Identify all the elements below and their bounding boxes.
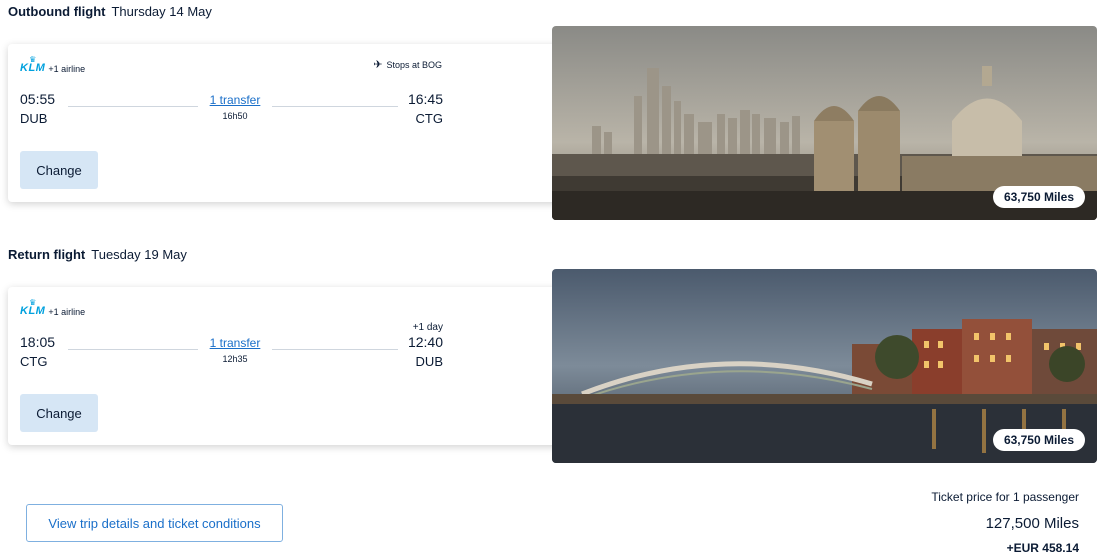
departure-airport: DUB bbox=[20, 111, 48, 126]
return-miles-badge: 63,750 Miles bbox=[992, 429, 1085, 451]
view-trip-details-button[interactable]: View trip details and ticket conditions bbox=[26, 504, 283, 542]
return-date: Tuesday 19 May bbox=[91, 247, 187, 262]
return-title: Return flight bbox=[8, 247, 86, 262]
klm-logo-icon: ♛ KLM bbox=[20, 298, 46, 317]
outbound-title: Outbound flight bbox=[8, 4, 106, 19]
klm-logo-icon: ♛ KLM bbox=[20, 55, 46, 74]
airline-extra: +1 airline bbox=[48, 63, 86, 74]
departure-time: 05:55 bbox=[20, 91, 56, 107]
total-miles-price: 127,500 Miles bbox=[985, 515, 1079, 532]
arrival-airport: DUB bbox=[415, 354, 443, 369]
return-airline: ♛ KLM +1 airline bbox=[20, 299, 85, 317]
destination-photo-dublin: 63,750 Miles bbox=[552, 269, 1097, 463]
outbound-change-button[interactable]: Change bbox=[20, 151, 98, 189]
destination-photo-cartagena: 63,750 Miles bbox=[552, 26, 1097, 220]
airplane-icon: ✈ bbox=[373, 59, 383, 71]
outbound-miles-badge: 63,750 Miles bbox=[992, 186, 1085, 208]
stops-text: Stops at BOG bbox=[386, 59, 442, 70]
flight-duration: 16h50 bbox=[222, 111, 248, 121]
departure-time: 18:05 bbox=[20, 334, 56, 350]
flight-duration: 12h35 bbox=[222, 354, 248, 364]
outbound-flight-card[interactable]: ♛ KLM +1 airline ✈ Stops at BOG 05:55 DU… bbox=[8, 44, 560, 202]
airline-extra: +1 airline bbox=[48, 306, 86, 317]
return-change-button[interactable]: Change bbox=[20, 394, 98, 432]
route-line bbox=[272, 349, 398, 350]
route-line bbox=[68, 349, 198, 350]
return-heading: Return flight Tuesday 19 May bbox=[8, 247, 187, 262]
transfer-link[interactable]: 1 transfer bbox=[198, 336, 272, 350]
klm-logo-text: KLM bbox=[20, 62, 46, 74]
return-flight-card[interactable]: ♛ KLM +1 airline +1 day 18:05 CTG 1 tran… bbox=[8, 287, 560, 445]
route-line bbox=[272, 106, 398, 107]
arrival-time: 16:45 bbox=[407, 91, 443, 107]
stops-info: ✈ Stops at BOG bbox=[373, 58, 442, 71]
outbound-date: Thursday 14 May bbox=[111, 4, 212, 19]
arrival-airport: CTG bbox=[415, 111, 443, 126]
ticket-price-label: Ticket price for 1 passenger bbox=[931, 490, 1079, 504]
route-line bbox=[68, 106, 198, 107]
klm-logo-text: KLM bbox=[20, 305, 46, 317]
departure-airport: CTG bbox=[20, 354, 48, 369]
total-eur-price: +EUR 458.14 bbox=[1006, 541, 1079, 555]
outbound-airline: ♛ KLM +1 airline bbox=[20, 56, 85, 74]
arrival-time: 12:40 bbox=[407, 334, 443, 350]
plus-day-indicator: +1 day bbox=[412, 322, 443, 333]
transfer-link[interactable]: 1 transfer bbox=[198, 93, 272, 107]
outbound-heading: Outbound flight Thursday 14 May bbox=[8, 4, 212, 19]
